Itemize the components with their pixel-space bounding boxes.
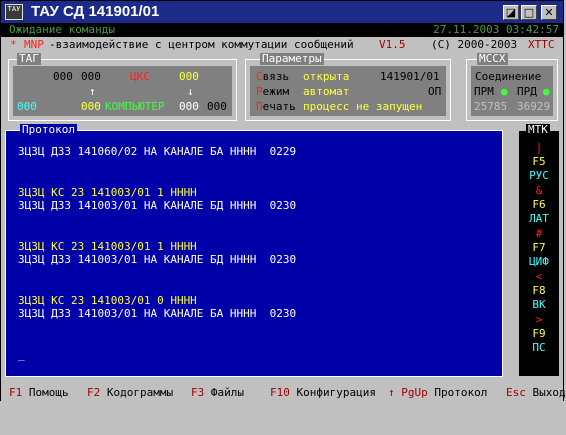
tag-r3-a: 000: [17, 100, 37, 113]
prd-indicator-icon: ●: [543, 85, 550, 98]
tag-r1-b: 000: [81, 70, 101, 83]
protocol-line: ЗЦЗЦ ДЗ3 141003/01 НА КАНАЛЕ БА НННН 023…: [18, 307, 297, 320]
info-star: *: [10, 38, 17, 51]
tag-r3-c: 000: [179, 100, 199, 113]
status-message: Ожидание команды: [9, 23, 115, 36]
fkey-key: F10: [270, 386, 290, 399]
fkey-label: Протокол: [427, 386, 488, 399]
mtk-key-f9[interactable]: F9: [519, 327, 559, 341]
params-panel-title: Параметры: [260, 52, 324, 65]
arrow-down-icon: ↓: [187, 85, 194, 98]
protocol-line: ЗЦЗЦ КС 23 141003/01 1 НННН: [18, 239, 197, 253]
fkey-label: Файлы: [204, 386, 244, 399]
status-bar: Ожидание команды 27.11.2003 03:42:57: [1, 23, 563, 37]
maximize-button[interactable]: □: [521, 5, 537, 20]
app-icon[interactable]: ТАУ: [5, 4, 23, 20]
tag-r3-b: 000: [81, 100, 101, 113]
mtk-label[interactable]: РУС: [519, 169, 559, 183]
title-bar[interactable]: ТАУ ТАУ СД 141901/01 ◪ □ ✕: [1, 1, 563, 23]
mtk-panel: МТК | F5 РУС & F6 ЛАТ # F7 ЦИФ < F8 ВК > F9 ПС: [518, 124, 560, 377]
info-line: * MNP -взаимодействие с центром коммутац…: [1, 37, 563, 53]
fkey-key: Esc: [506, 386, 526, 399]
mtk-key-f5[interactable]: F5: [519, 155, 559, 169]
param-mode-value: автомат: [303, 85, 350, 98]
fkey-label: Конфигурация: [289, 386, 376, 399]
mtk-label[interactable]: ПС: [519, 341, 559, 355]
mssx-num1: 25785: [474, 100, 508, 113]
param-mode-extra: ОП: [428, 85, 442, 98]
mtk-symbol: >: [535, 313, 543, 326]
protocol-title: Протокол: [20, 123, 77, 136]
param-print-value: процесс не запущен: [303, 100, 423, 113]
fkey-label: Помощь: [22, 386, 69, 399]
mssx-prd-label: ПРД: [517, 85, 537, 98]
fkey-f10-button[interactable]: F10 Конфигурация: [270, 384, 376, 401]
param-link-extra: 141901/01: [380, 70, 440, 83]
mtk-key-f6[interactable]: F6: [519, 198, 559, 212]
protocol-panel[interactable]: Протокол ЗЦЗЦ ДЗ3 141060/02 НА КАНАЛЕ БА…: [5, 124, 503, 377]
info-version: V1.5: [379, 38, 406, 51]
params-panel: Параметры Связь открыта 141901/01 Режим …: [245, 53, 451, 121]
mssx-num2: 36929: [517, 100, 551, 113]
mtk-symbol: &: [535, 184, 543, 197]
info-copyright: (C) 2000-2003: [431, 38, 518, 51]
arrow-up-icon: ↑: [89, 85, 96, 98]
param-row-print: Печать: [256, 100, 296, 113]
fkey-esc-button[interactable]: Esc Выход: [506, 384, 566, 401]
status-datetime: 27.11.2003 03:42:57: [433, 23, 559, 36]
fkey-f2-button[interactable]: F2 Кодограммы: [87, 384, 173, 401]
mtk-title: МТК: [526, 123, 550, 136]
mtk-symbol: <: [535, 270, 543, 283]
info-mnp: MNP: [24, 38, 44, 51]
param-row-mode: Режим: [256, 85, 290, 98]
prm-indicator-icon: ●: [501, 85, 508, 98]
fkey-f1-button[interactable]: F1 Помощь: [9, 384, 69, 401]
tag-r1-c: 000: [179, 70, 199, 83]
protocol-line: ЗЦЗЦ КС 23 141003/01 0 НННН: [18, 293, 197, 307]
info-brand: XTTC: [528, 38, 555, 51]
mssx-panel-title: МССХ: [477, 52, 508, 65]
restore-button[interactable]: ◪: [503, 5, 519, 20]
tag-r1-a: 000: [53, 70, 73, 83]
mtk-key-f7[interactable]: F7: [519, 241, 559, 255]
fkey-key: F1: [9, 386, 23, 399]
protocol-line: ЗЦЗЦ ДЗ3 141003/01 НА КАНАЛЕ БД НННН 023…: [18, 253, 297, 266]
param-row-link: Связь: [256, 70, 290, 83]
mtk-symbol: |: [535, 141, 543, 154]
mssx-prm-label: ПРМ: [474, 85, 494, 98]
tag-r3-d: 000: [207, 100, 227, 113]
mssx-connection-label: Соединение: [475, 70, 542, 83]
protocol-line: ЗЦЗЦ ДЗ3 141060/02 НА КАНАЛЕ БА НННН 022…: [18, 145, 297, 158]
fkey-key: F2: [87, 386, 101, 399]
tag-r1-label: ЦКС: [130, 70, 150, 83]
protocol-line: ЗЦЗЦ КС 23 141003/01 1 НННН: [18, 185, 197, 199]
mtk-label[interactable]: ВК: [519, 298, 559, 312]
function-key-bar: F1 Помощь F2 Кодограммы F3 Файлы F10 Конфиг…: [1, 384, 566, 401]
param-link-value: открыта: [303, 70, 350, 83]
info-text: -взаимодействие с центром коммутации соо…: [49, 38, 354, 51]
tag-panel-title: ТАГ: [17, 52, 41, 65]
mtk-label[interactable]: ЦИФ: [519, 255, 559, 269]
tag-panel: ТАГ 000 000 ЦКС 000 ↑ ↓ 000 000 КОМПЬЮТЕ…: [8, 53, 237, 121]
protocol-line: ЗЦЗЦ ДЗ3 141003/01 НА КАНАЛЕ БД НННН 023…: [18, 199, 297, 212]
mtk-key-f8[interactable]: F8: [519, 284, 559, 298]
fkey-key: F3: [191, 386, 205, 399]
protocol-line: _: [18, 347, 25, 361]
fkey-label: Выход: [525, 386, 566, 399]
fkey-key: ↑ PgUp: [388, 386, 428, 399]
fkey-pgup-button[interactable]: ↑ PgUp Протокол: [388, 384, 487, 401]
mssx-panel: МССХ Соединение ПРМ ● ПРД ● 25785 36929: [466, 53, 558, 121]
fkey-label: Кодограммы: [100, 386, 174, 399]
fkey-f3-button[interactable]: F3 Файлы: [191, 384, 244, 401]
close-button[interactable]: ✕: [541, 5, 557, 20]
window-title: ТАУ СД 141901/01: [31, 3, 160, 20]
mtk-label[interactable]: ЛАТ: [519, 212, 559, 226]
tag-r3-label: КОМПЬЮТЕР: [105, 100, 165, 113]
mtk-symbol: #: [535, 227, 543, 240]
